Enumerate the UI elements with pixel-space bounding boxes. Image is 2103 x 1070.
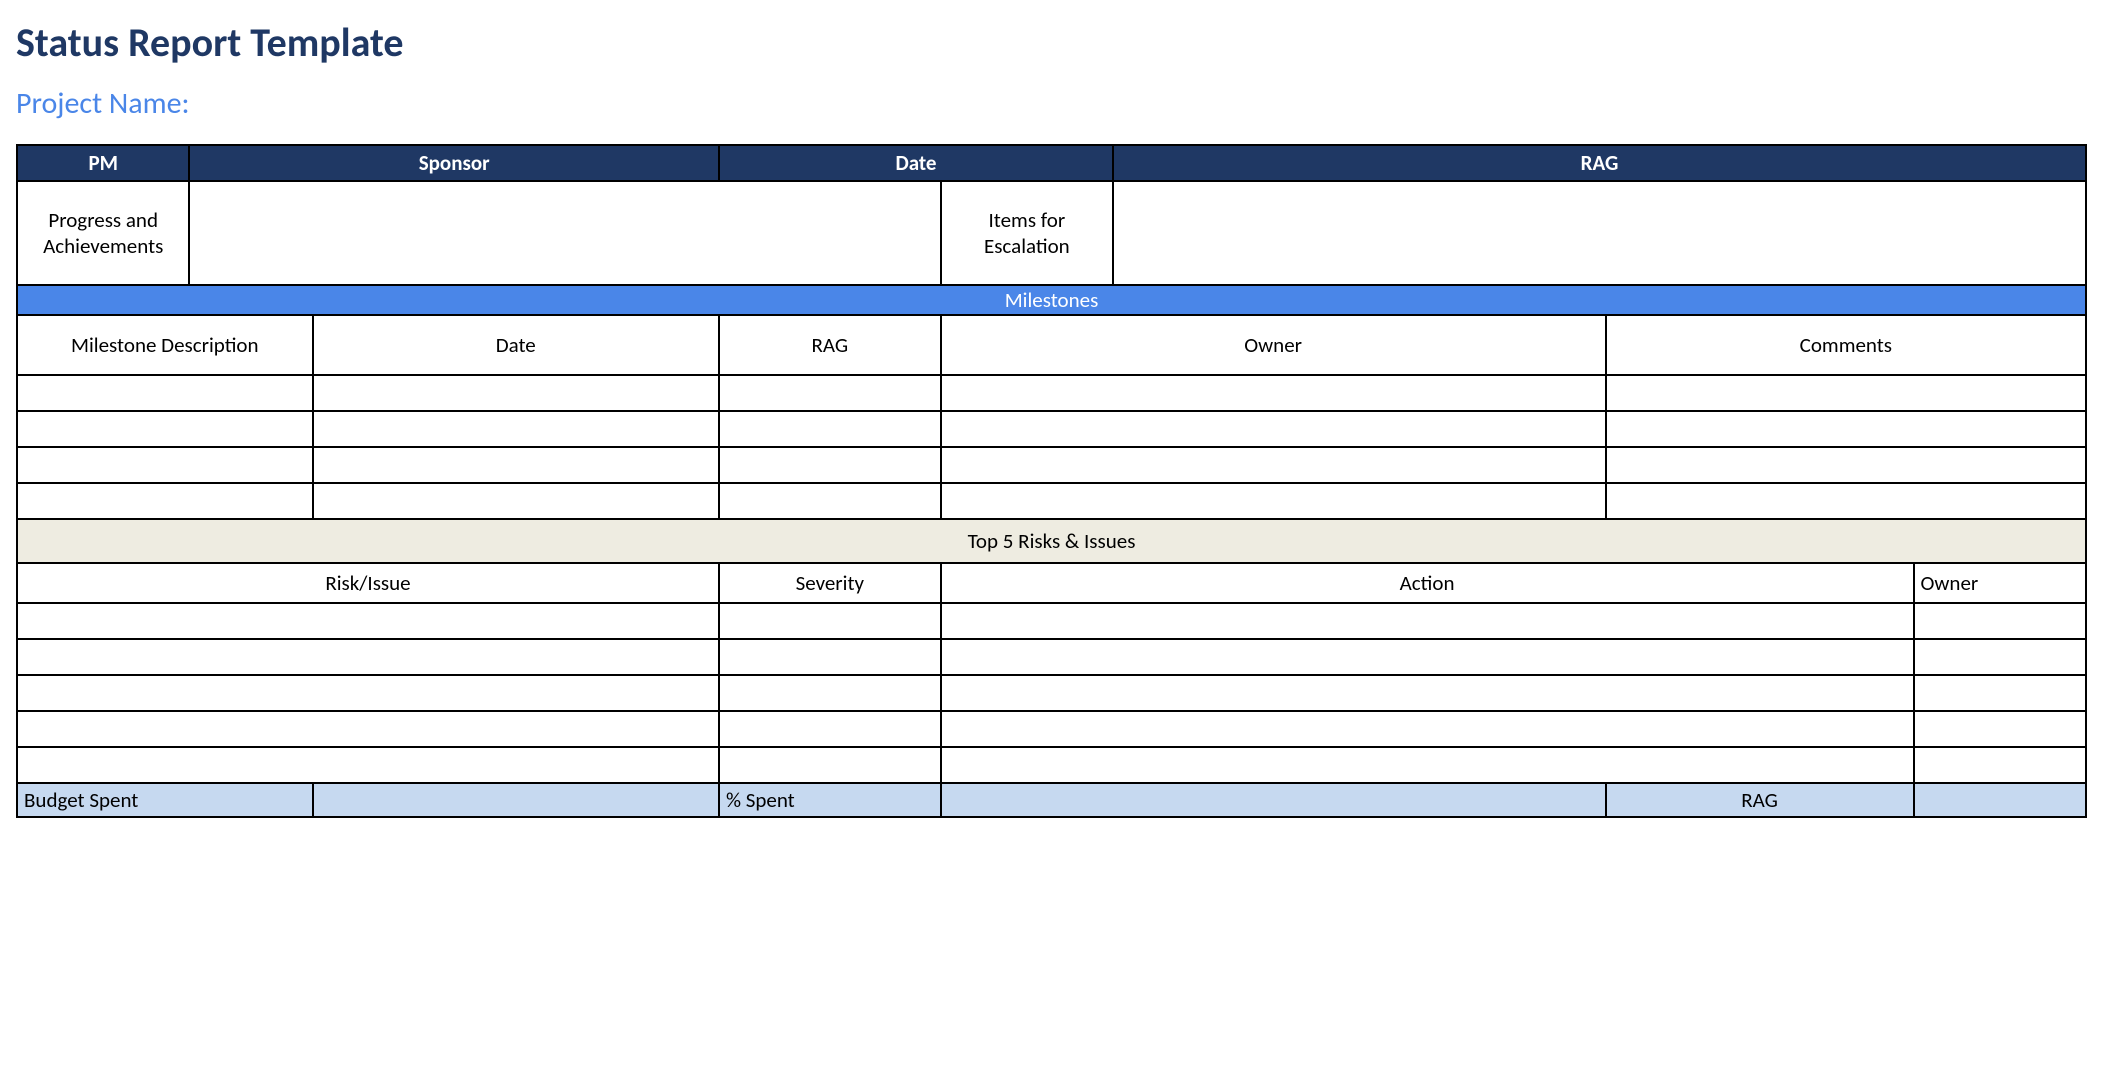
table-row[interactable]: [1606, 411, 2086, 447]
table-row[interactable]: [17, 483, 313, 519]
milestone-date-header: Date: [313, 315, 719, 375]
table-row[interactable]: [17, 639, 719, 675]
table-row[interactable]: [1914, 711, 2086, 747]
table-row[interactable]: [17, 411, 313, 447]
table-row[interactable]: [1914, 639, 2086, 675]
milestone-desc-header: Milestone Description: [17, 315, 313, 375]
escalation-cell[interactable]: [1113, 181, 2086, 285]
table-row[interactable]: [17, 747, 719, 783]
table-row[interactable]: [17, 711, 719, 747]
progress-achievements-label: Progress and Achievements: [17, 181, 189, 285]
header-pm: PM: [17, 145, 189, 181]
table-row[interactable]: [313, 375, 719, 411]
table-row[interactable]: [941, 603, 1914, 639]
table-row[interactable]: [719, 747, 941, 783]
table-row[interactable]: [17, 447, 313, 483]
document-title: Status Report Template: [16, 18, 2087, 67]
table-row[interactable]: [941, 483, 1606, 519]
status-report-table: PM Sponsor Date RAG Progress and Achieve…: [16, 144, 2087, 818]
table-row[interactable]: [719, 639, 941, 675]
table-row[interactable]: [17, 375, 313, 411]
table-row[interactable]: [313, 483, 719, 519]
progress-achievements-cell[interactable]: [189, 181, 940, 285]
table-row[interactable]: [941, 675, 1914, 711]
table-row[interactable]: [941, 711, 1914, 747]
table-row[interactable]: [719, 411, 941, 447]
budget-rag-label: RAG: [1606, 783, 1914, 817]
table-row[interactable]: [719, 711, 941, 747]
milestone-comments-header: Comments: [1606, 315, 2086, 375]
header-sponsor: Sponsor: [189, 145, 719, 181]
risk-issue-header: Risk/Issue: [17, 563, 719, 603]
escalation-label: Items for Escalation: [941, 181, 1113, 285]
table-row[interactable]: [719, 603, 941, 639]
table-row[interactable]: [719, 375, 941, 411]
header-rag: RAG: [1113, 145, 2086, 181]
risks-bar: Top 5 Risks & Issues: [17, 519, 2086, 563]
milestone-owner-header: Owner: [941, 315, 1606, 375]
table-row[interactable]: [719, 483, 941, 519]
risk-owner-header: Owner: [1914, 563, 2086, 603]
table-row[interactable]: [1606, 447, 2086, 483]
milestones-bar: Milestones: [17, 285, 2086, 315]
table-row[interactable]: [1606, 483, 2086, 519]
risk-action-header: Action: [941, 563, 1914, 603]
table-row[interactable]: [313, 411, 719, 447]
budget-spent-cell[interactable]: [313, 783, 719, 817]
table-row[interactable]: [941, 447, 1606, 483]
budget-pct-label: % Spent: [719, 783, 941, 817]
table-row[interactable]: [1914, 675, 2086, 711]
table-row[interactable]: [941, 411, 1606, 447]
table-row[interactable]: [17, 603, 719, 639]
table-row[interactable]: [313, 447, 719, 483]
table-row[interactable]: [1914, 747, 2086, 783]
table-row[interactable]: [1914, 603, 2086, 639]
table-row[interactable]: [719, 675, 941, 711]
budget-rag-cell[interactable]: [1914, 783, 2086, 817]
table-row[interactable]: [941, 747, 1914, 783]
table-row[interactable]: [719, 447, 941, 483]
table-row[interactable]: [1606, 375, 2086, 411]
header-date: Date: [719, 145, 1113, 181]
table-row[interactable]: [941, 375, 1606, 411]
budget-spent-label: Budget Spent: [17, 783, 313, 817]
risk-severity-header: Severity: [719, 563, 941, 603]
table-row[interactable]: [941, 639, 1914, 675]
project-name-label: Project Name:: [16, 85, 2087, 122]
table-row[interactable]: [17, 675, 719, 711]
milestone-rag-header: RAG: [719, 315, 941, 375]
budget-pct-cell[interactable]: [941, 783, 1606, 817]
